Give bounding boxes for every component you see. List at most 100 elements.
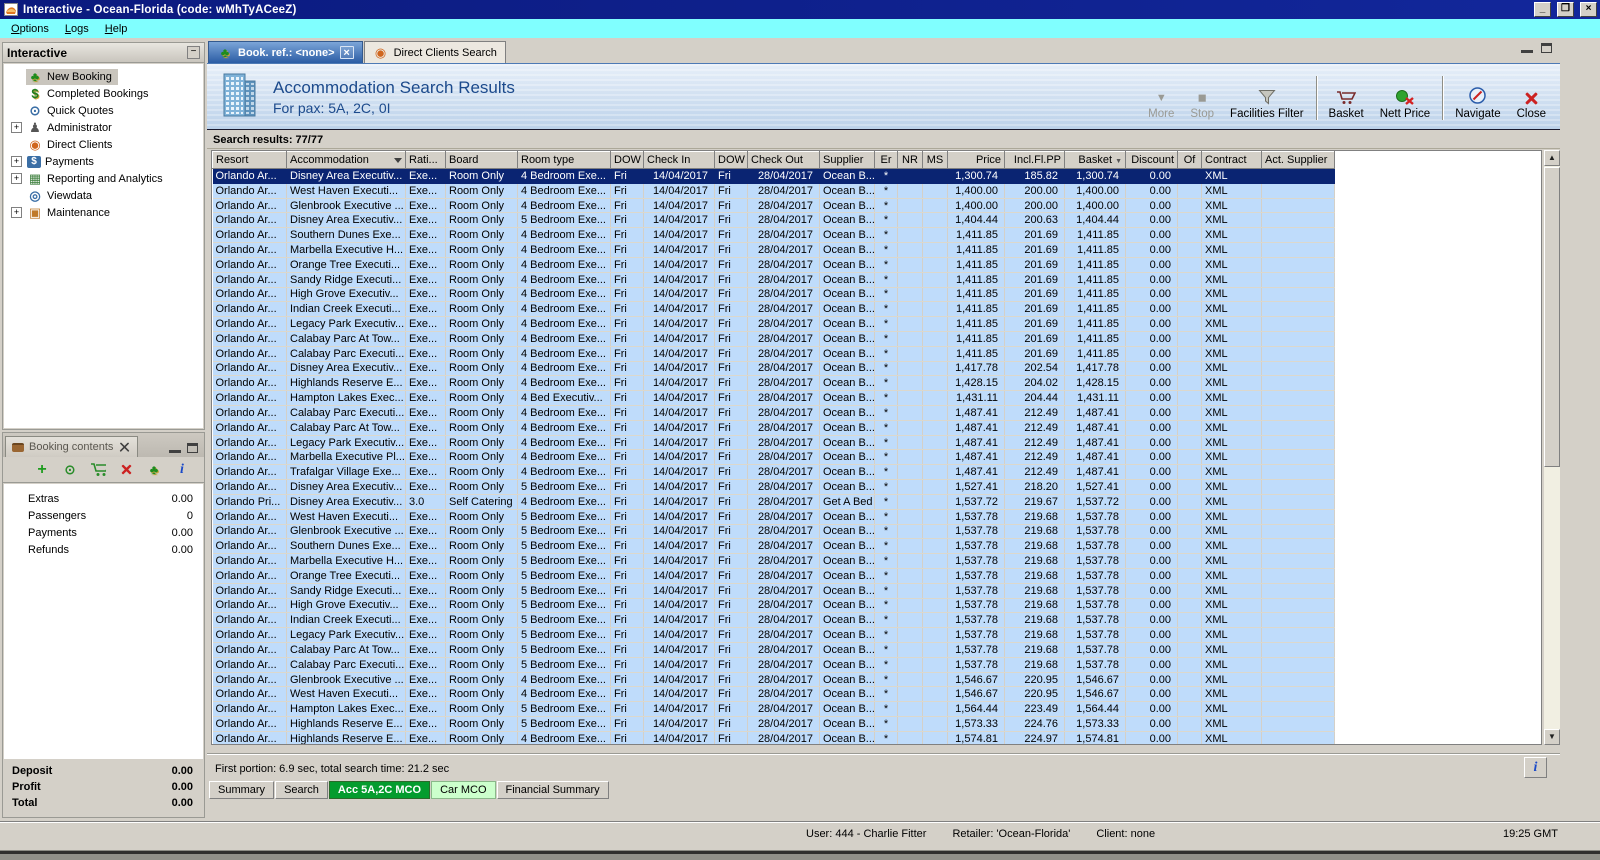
palm-tree-icon[interactable]	[146, 463, 162, 477]
column-header-contract[interactable]: Contract	[1202, 152, 1262, 169]
column-header-room[interactable]: Room type	[518, 152, 611, 169]
table-row[interactable]: Orlando Ar...Highlands Reserve E...Exe..…	[213, 731, 1335, 745]
table-row[interactable]: Orlando Ar...Glenbrook Executive ...Exe.…	[213, 672, 1335, 687]
column-header-rating[interactable]: Rati...	[406, 152, 446, 169]
panel-maximize-icon[interactable]	[187, 443, 198, 453]
basket-button[interactable]: Basket	[1321, 74, 1372, 122]
sidebar-item-viewdata[interactable]: Viewdata	[4, 187, 203, 204]
table-row[interactable]: Orlando Ar...Highlands Reserve E...Exe..…	[213, 717, 1335, 732]
minimize-icon[interactable]: _	[1534, 2, 1551, 17]
column-header-board[interactable]: Board	[446, 152, 518, 169]
column-header-supplier[interactable]: Supplier	[820, 152, 875, 169]
main-minimize-icon[interactable]	[1521, 43, 1533, 53]
table-row[interactable]: Orlando Ar...Hampton Lakes Exec...Exe...…	[213, 702, 1335, 717]
close-booking-contents-icon[interactable]	[120, 442, 130, 452]
expand-icon[interactable]: +	[11, 122, 22, 133]
table-row[interactable]: Orlando Ar...Calabay Parc At Tow...Exe..…	[213, 420, 1335, 435]
expand-icon[interactable]: +	[11, 207, 22, 218]
filter-funnel-icon[interactable]	[394, 158, 402, 163]
basket-move-icon[interactable]	[90, 463, 106, 477]
table-row[interactable]: Orlando Ar...Southern Dunes Exe...Exe...…	[213, 539, 1335, 554]
table-row[interactable]: Orlando Ar...West Haven Executi...Exe...…	[213, 509, 1335, 524]
navigate-button[interactable]: Navigate	[1447, 74, 1508, 122]
table-row[interactable]: Orlando Ar...Marbella Executive Pl...Exe…	[213, 450, 1335, 465]
column-header-nr[interactable]: NR	[898, 152, 923, 169]
menu-item-help[interactable]: Help	[98, 21, 137, 37]
main-maximize-icon[interactable]	[1541, 43, 1552, 53]
column-header-dow1[interactable]: DOW	[611, 152, 644, 169]
info-icon[interactable]	[174, 463, 190, 477]
column-header-acc[interactable]: Accommodation	[287, 152, 406, 169]
column-header-price[interactable]: Price	[948, 152, 1005, 169]
bottom-tab-search[interactable]: Search	[275, 781, 328, 799]
column-header-of[interactable]: Of	[1178, 152, 1202, 169]
scroll-down-icon[interactable]: ▼	[1544, 729, 1560, 745]
info-button[interactable]	[1524, 757, 1547, 778]
table-row[interactable]: Orlando Ar...Southern Dunes Exe...Exe...…	[213, 228, 1335, 243]
sidebar-item-direct-clients[interactable]: Direct Clients	[4, 136, 203, 153]
table-row[interactable]: Orlando Pri...Disney Area Executiv...3.0…	[213, 494, 1335, 509]
table-row[interactable]: Orlando Ar...Glenbrook Executive ...Exe.…	[213, 198, 1335, 213]
scrollbar-thumb[interactable]	[1544, 167, 1560, 467]
table-row[interactable]: Orlando Ar...Marbella Executive H...Exe.…	[213, 243, 1335, 258]
table-row[interactable]: Orlando Ar...High Grove Executiv...Exe..…	[213, 287, 1335, 302]
booking-contents-tab[interactable]: Booking contents	[5, 436, 138, 457]
table-row[interactable]: Orlando Ar...Calabay Parc At Tow...Exe..…	[213, 643, 1335, 658]
add-icon[interactable]	[34, 463, 50, 477]
table-row[interactable]: Orlando Ar...Orange Tree Executi...Exe..…	[213, 568, 1335, 583]
table-row[interactable]: Orlando Ar...Trafalgar Village Exe...Exe…	[213, 465, 1335, 480]
column-header-check_in[interactable]: Check In	[644, 152, 715, 169]
sidebar-item-quick-quotes[interactable]: Quick Quotes	[4, 102, 203, 119]
table-row[interactable]: Orlando Ar...West Haven Executi...Exe...…	[213, 183, 1335, 198]
expand-icon[interactable]: +	[11, 156, 22, 167]
table-row[interactable]: Orlando Ar...Sandy Ridge Executi...Exe..…	[213, 272, 1335, 287]
bottom-tab-car-mco[interactable]: Car MCO	[431, 781, 495, 799]
table-row[interactable]: Orlando Ar...West Haven Executi...Exe...…	[213, 687, 1335, 702]
table-row[interactable]: Orlando Ar...Disney Area Executiv...Exe.…	[213, 361, 1335, 376]
availability-clock-icon[interactable]	[62, 463, 78, 477]
panel-minimize-icon[interactable]	[169, 443, 181, 453]
column-header-ms[interactable]: MS	[923, 152, 948, 169]
table-row[interactable]: Orlando Ar...Orange Tree Executi...Exe..…	[213, 257, 1335, 272]
collapse-panel-icon[interactable]: −	[187, 46, 200, 59]
column-header-dow2[interactable]: DOW	[715, 152, 748, 169]
column-header-resort[interactable]: Resort	[213, 152, 287, 169]
menu-item-logs[interactable]: Logs	[58, 21, 98, 37]
table-row[interactable]: Orlando Ar...Indian Creek Executi...Exe.…	[213, 613, 1335, 628]
table-row[interactable]: Orlando Ar...Highlands Reserve E...Exe..…	[213, 376, 1335, 391]
close-button[interactable]: Close	[1509, 74, 1554, 122]
sidebar-item-maintenance[interactable]: +Maintenance	[4, 204, 203, 221]
facilities-filter-button[interactable]: Facilities Filter	[1222, 74, 1311, 122]
sidebar-item-new-booking[interactable]: New Booking	[4, 68, 203, 85]
table-row[interactable]: Orlando Ar...Indian Creek Executi...Exe.…	[213, 302, 1335, 317]
sidebar-item-payments[interactable]: +Payments	[4, 153, 203, 170]
column-header-check_out[interactable]: Check Out	[748, 152, 820, 169]
column-header-incl[interactable]: Incl.Fl.PP	[1005, 152, 1065, 169]
bottom-tab-financial-summary[interactable]: Financial Summary	[497, 781, 609, 799]
column-header-er[interactable]: Er	[875, 152, 898, 169]
nett-price-button[interactable]: Nett Price	[1372, 74, 1439, 122]
table-row[interactable]: Orlando Ar...Calabay Parc At Tow...Exe..…	[213, 331, 1335, 346]
table-row[interactable]: Orlando Ar...Calabay Parc Executi...Exe.…	[213, 346, 1335, 361]
vertical-scrollbar[interactable]: ▲ ▼	[1544, 150, 1560, 745]
column-header-basket[interactable]: Basket	[1065, 152, 1126, 169]
column-header-act_supplier[interactable]: Act. Supplier	[1262, 152, 1335, 169]
table-row[interactable]: Orlando Ar...High Grove Executiv...Exe..…	[213, 598, 1335, 613]
restore-icon[interactable]: ❐	[1557, 2, 1574, 17]
expand-icon[interactable]: +	[11, 173, 22, 184]
tab-close-icon[interactable]: ×	[340, 46, 354, 59]
table-row[interactable]: Orlando Ar...Glenbrook Executive ...Exe.…	[213, 524, 1335, 539]
table-row[interactable]: Orlando Ar...Sandy Ridge Executi...Exe..…	[213, 583, 1335, 598]
table-row[interactable]: Orlando Ar...Hampton Lakes Exec...Exe...…	[213, 391, 1335, 406]
menu-item-options[interactable]: Options	[4, 21, 58, 37]
table-row[interactable]: Orlando Ar...Disney Area Executiv...Exe.…	[213, 169, 1335, 184]
close-icon[interactable]: ×	[1580, 2, 1597, 17]
table-row[interactable]: Orlando Ar...Legacy Park Executiv...Exe.…	[213, 317, 1335, 332]
table-row[interactable]: Orlando Ar...Disney Area Executiv...Exe.…	[213, 480, 1335, 495]
scroll-up-icon[interactable]: ▲	[1544, 150, 1560, 166]
table-row[interactable]: Orlando Ar...Calabay Parc Executi...Exe.…	[213, 657, 1335, 672]
sidebar-item-reporting-and-analytics[interactable]: +Reporting and Analytics	[4, 170, 203, 187]
table-row[interactable]: Orlando Ar...Calabay Parc Executi...Exe.…	[213, 406, 1335, 421]
table-row[interactable]: Orlando Ar...Legacy Park Executiv...Exe.…	[213, 435, 1335, 450]
table-row[interactable]: Orlando Ar...Legacy Park Executiv...Exe.…	[213, 628, 1335, 643]
